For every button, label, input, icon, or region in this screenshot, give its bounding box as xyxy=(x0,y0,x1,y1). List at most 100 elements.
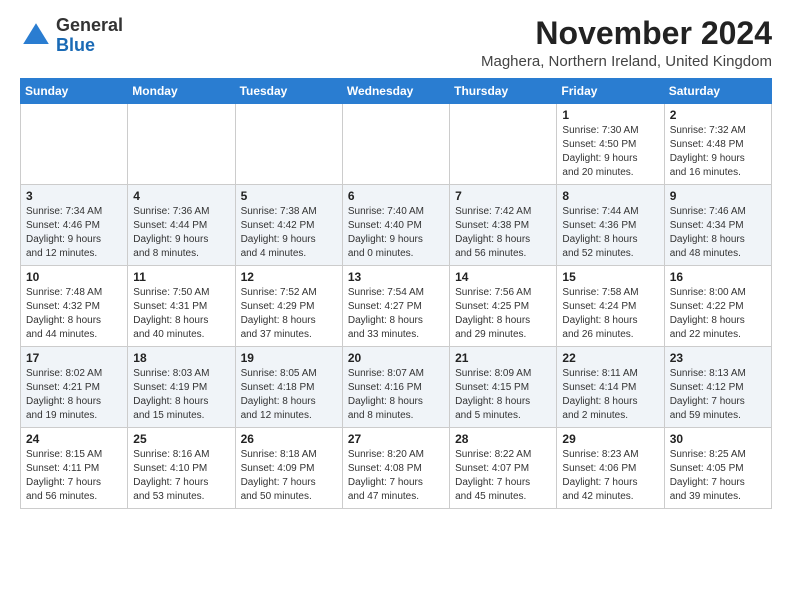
day-info: Sunrise: 8:09 AM Sunset: 4:15 PM Dayligh… xyxy=(455,367,551,423)
month-title: November 2024 xyxy=(481,16,772,51)
day-info: Sunrise: 7:30 AM Sunset: 4:50 PM Dayligh… xyxy=(562,124,658,180)
day-number: 28 xyxy=(455,432,551,446)
day-info: Sunrise: 7:34 AM Sunset: 4:46 PM Dayligh… xyxy=(26,205,122,261)
calendar-cell: 26 Sunrise: 8:18 AM Sunset: 4:09 PM Dayli… xyxy=(235,428,342,509)
day-number: 22 xyxy=(562,351,658,365)
day-info: Sunrise: 7:56 AM Sunset: 4:25 PM Dayligh… xyxy=(455,286,551,342)
day-info: Sunrise: 7:44 AM Sunset: 4:36 PM Dayligh… xyxy=(562,205,658,261)
day-of-week-header: Friday xyxy=(557,79,664,104)
logo-blue-text: Blue xyxy=(56,35,95,55)
calendar-cell: 2 Sunrise: 7:32 AM Sunset: 4:48 PM Daylig… xyxy=(664,104,771,185)
day-number: 26 xyxy=(241,432,337,446)
day-info: Sunrise: 8:13 AM Sunset: 4:12 PM Dayligh… xyxy=(670,367,766,423)
day-info: Sunrise: 8:00 AM Sunset: 4:22 PM Dayligh… xyxy=(670,286,766,342)
day-number: 18 xyxy=(133,351,229,365)
calendar-cell: 30 Sunrise: 8:25 AM Sunset: 4:05 PM Dayli… xyxy=(664,428,771,509)
day-info: Sunrise: 8:23 AM Sunset: 4:06 PM Dayligh… xyxy=(562,448,658,504)
day-number: 1 xyxy=(562,108,658,122)
calendar-cell xyxy=(128,104,235,185)
calendar-cell: 28 Sunrise: 8:22 AM Sunset: 4:07 PM Dayli… xyxy=(450,428,557,509)
day-number: 19 xyxy=(241,351,337,365)
calendar-cell: 25Sunrise: 8:16 AM Sunset: 4:10 PM Dayli… xyxy=(128,428,235,509)
day-number: 14 xyxy=(455,270,551,284)
title-block: November 2024 Maghera, Northern Ireland,… xyxy=(481,16,772,70)
day-number: 29 xyxy=(562,432,658,446)
header: General Blue November 2024 Maghera, Nort… xyxy=(20,16,772,70)
day-info: Sunrise: 8:16 AM Sunset: 4:10 PM Dayligh… xyxy=(133,448,229,504)
day-number: 30 xyxy=(670,432,766,446)
day-of-week-header: Saturday xyxy=(664,79,771,104)
calendar-cell: 18Sunrise: 8:03 AM Sunset: 4:19 PM Dayli… xyxy=(128,347,235,428)
day-info: Sunrise: 7:42 AM Sunset: 4:38 PM Dayligh… xyxy=(455,205,551,261)
day-info: Sunrise: 8:25 AM Sunset: 4:05 PM Dayligh… xyxy=(670,448,766,504)
calendar-week-row: 3 Sunrise: 7:34 AM Sunset: 4:46 PM Daylig… xyxy=(21,185,772,266)
day-info: Sunrise: 8:22 AM Sunset: 4:07 PM Dayligh… xyxy=(455,448,551,504)
general-blue-logo-icon xyxy=(20,20,52,52)
calendar-cell: 4 Sunrise: 7:36 AM Sunset: 4:44 PM Daylig… xyxy=(128,185,235,266)
day-number: 5 xyxy=(241,189,337,203)
calendar-header-row: SundayMondayTuesdayWednesdayThursdayFrid… xyxy=(21,79,772,104)
day-of-week-header: Sunday xyxy=(21,79,128,104)
calendar-cell: 21 Sunrise: 8:09 AM Sunset: 4:15 PM Dayli… xyxy=(450,347,557,428)
calendar-cell: 11 Sunrise: 7:50 AM Sunset: 4:31 PM Dayli… xyxy=(128,266,235,347)
day-info: Sunrise: 8:18 AM Sunset: 4:09 PM Dayligh… xyxy=(241,448,337,504)
day-number: 11 xyxy=(133,270,229,284)
day-info: Sunrise: 7:54 AM Sunset: 4:27 PM Dayligh… xyxy=(348,286,444,342)
calendar-cell xyxy=(21,104,128,185)
day-number: 21 xyxy=(455,351,551,365)
calendar-cell: 29 Sunrise: 8:23 AM Sunset: 4:06 PM Dayli… xyxy=(557,428,664,509)
day-info: Sunrise: 8:07 AM Sunset: 4:16 PM Dayligh… xyxy=(348,367,444,423)
day-info: Sunrise: 8:15 AM Sunset: 4:11 PM Dayligh… xyxy=(26,448,122,504)
calendar-cell: 12Sunrise: 7:52 AM Sunset: 4:29 PM Dayli… xyxy=(235,266,342,347)
day-number: 2 xyxy=(670,108,766,122)
calendar-cell: 20Sunrise: 8:07 AM Sunset: 4:16 PM Dayli… xyxy=(342,347,449,428)
calendar-cell: 8 Sunrise: 7:44 AM Sunset: 4:36 PM Daylig… xyxy=(557,185,664,266)
day-info: Sunrise: 8:02 AM Sunset: 4:21 PM Dayligh… xyxy=(26,367,122,423)
logo-general: General xyxy=(56,15,123,35)
day-number: 7 xyxy=(455,189,551,203)
day-info: Sunrise: 7:46 AM Sunset: 4:34 PM Dayligh… xyxy=(670,205,766,261)
day-number: 23 xyxy=(670,351,766,365)
day-number: 8 xyxy=(562,189,658,203)
day-info: Sunrise: 7:32 AM Sunset: 4:48 PM Dayligh… xyxy=(670,124,766,180)
calendar-table: SundayMondayTuesdayWednesdayThursdayFrid… xyxy=(20,78,772,509)
day-number: 4 xyxy=(133,189,229,203)
calendar-week-row: 1 Sunrise: 7:30 AM Sunset: 4:50 PM Daylig… xyxy=(21,104,772,185)
calendar-cell: 3 Sunrise: 7:34 AM Sunset: 4:46 PM Daylig… xyxy=(21,185,128,266)
day-number: 24 xyxy=(26,432,122,446)
day-number: 10 xyxy=(26,270,122,284)
day-number: 17 xyxy=(26,351,122,365)
day-info: Sunrise: 8:11 AM Sunset: 4:14 PM Dayligh… xyxy=(562,367,658,423)
day-info: Sunrise: 7:50 AM Sunset: 4:31 PM Dayligh… xyxy=(133,286,229,342)
day-info: Sunrise: 7:38 AM Sunset: 4:42 PM Dayligh… xyxy=(241,205,337,261)
calendar-cell: 1 Sunrise: 7:30 AM Sunset: 4:50 PM Daylig… xyxy=(557,104,664,185)
calendar-cell: 9Sunrise: 7:46 AM Sunset: 4:34 PM Daylig… xyxy=(664,185,771,266)
day-number: 12 xyxy=(241,270,337,284)
day-of-week-header: Monday xyxy=(128,79,235,104)
calendar-cell: 24 Sunrise: 8:15 AM Sunset: 4:11 PM Dayli… xyxy=(21,428,128,509)
day-info: Sunrise: 7:36 AM Sunset: 4:44 PM Dayligh… xyxy=(133,205,229,261)
day-info: Sunrise: 8:20 AM Sunset: 4:08 PM Dayligh… xyxy=(348,448,444,504)
calendar-cell: 15 Sunrise: 7:58 AM Sunset: 4:24 PM Dayli… xyxy=(557,266,664,347)
day-number: 6 xyxy=(348,189,444,203)
calendar-cell: 10Sunrise: 7:48 AM Sunset: 4:32 PM Dayli… xyxy=(21,266,128,347)
day-of-week-header: Wednesday xyxy=(342,79,449,104)
calendar-cell: 17 Sunrise: 8:02 AM Sunset: 4:21 PM Dayli… xyxy=(21,347,128,428)
calendar-cell: 5 Sunrise: 7:38 AM Sunset: 4:42 PM Daylig… xyxy=(235,185,342,266)
day-number: 13 xyxy=(348,270,444,284)
calendar-cell: 19Sunrise: 8:05 AM Sunset: 4:18 PM Dayli… xyxy=(235,347,342,428)
day-number: 15 xyxy=(562,270,658,284)
day-info: Sunrise: 7:58 AM Sunset: 4:24 PM Dayligh… xyxy=(562,286,658,342)
day-number: 3 xyxy=(26,189,122,203)
calendar-cell: 27 Sunrise: 8:20 AM Sunset: 4:08 PM Dayli… xyxy=(342,428,449,509)
day-number: 27 xyxy=(348,432,444,446)
calendar-cell xyxy=(235,104,342,185)
day-of-week-header: Tuesday xyxy=(235,79,342,104)
calendar-week-row: 24 Sunrise: 8:15 AM Sunset: 4:11 PM Dayli… xyxy=(21,428,772,509)
calendar-week-row: 17 Sunrise: 8:02 AM Sunset: 4:21 PM Dayli… xyxy=(21,347,772,428)
day-info: Sunrise: 7:40 AM Sunset: 4:40 PM Dayligh… xyxy=(348,205,444,261)
day-number: 16 xyxy=(670,270,766,284)
calendar-cell: 7 Sunrise: 7:42 AM Sunset: 4:38 PM Daylig… xyxy=(450,185,557,266)
page: General Blue November 2024 Maghera, Nort… xyxy=(0,0,792,525)
day-of-week-header: Thursday xyxy=(450,79,557,104)
